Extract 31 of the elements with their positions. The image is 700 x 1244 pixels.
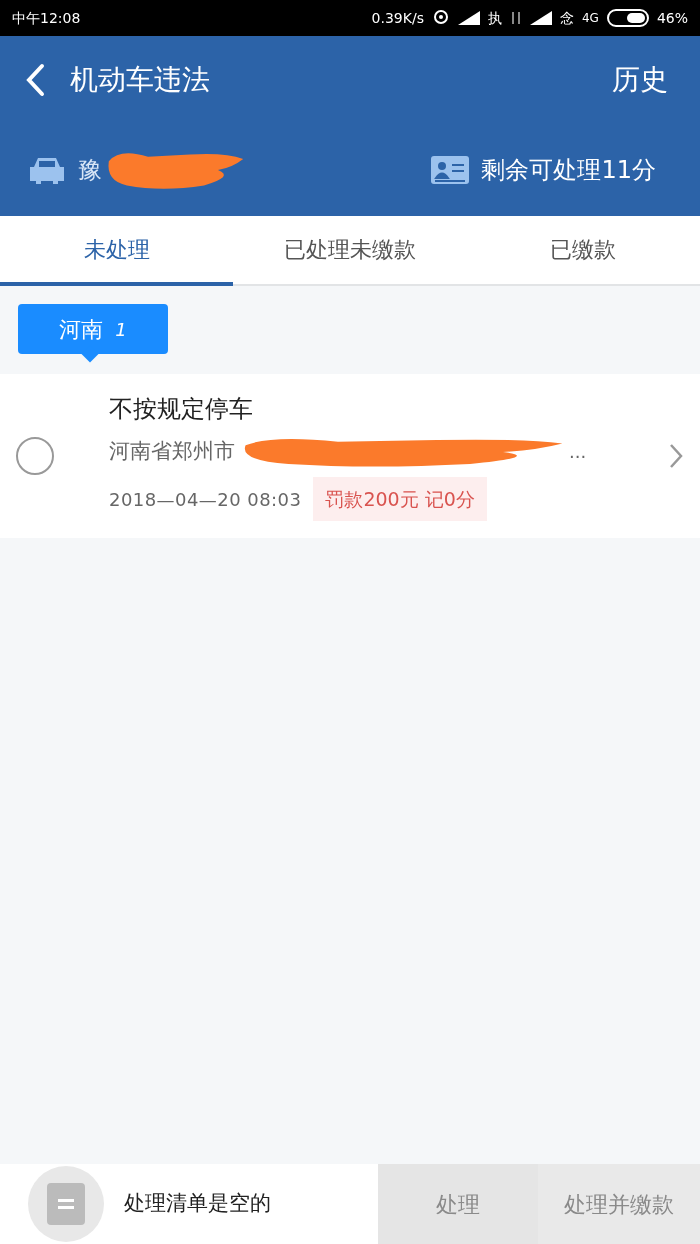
signal-icon	[457, 11, 480, 25]
page-title: 机动车违法	[70, 62, 210, 98]
violation-row[interactable]: 不按规定停车 河南省郑州市 ... 2018—04—20 08:03 罚款200元 记0分	[0, 374, 700, 538]
status-time: 中午12:08	[12, 8, 81, 28]
empty-list-message: 处理清单是空的	[124, 1190, 271, 1218]
remaining-points: 剩余可处理11分	[481, 155, 656, 186]
violation-title: 不按规定停车	[109, 393, 254, 425]
address-ellipsis: ...	[569, 440, 587, 465]
violation-time: 2018—04—20 08:03	[109, 487, 302, 512]
network-speed: 0.39K/s	[371, 8, 424, 28]
hotspot-icon	[431, 9, 450, 27]
violation-address: 河南省郑州市	[109, 438, 235, 465]
penalty-badge: 罚款200元 记0分	[313, 476, 487, 522]
network-type: 4G	[581, 10, 599, 27]
tab[interactable]: 未处理	[0, 216, 234, 286]
tab[interactable]: 已处理未缴款	[233, 216, 467, 286]
select-checkbox[interactable]	[16, 437, 54, 475]
chevron-right-icon	[668, 442, 684, 470]
carrier-label: 念	[559, 8, 574, 28]
carrier-label: 执	[487, 8, 502, 28]
car-icon	[28, 155, 66, 185]
battery-icon	[606, 9, 649, 27]
history-button[interactable]: 历史	[612, 59, 676, 101]
battery-percent: 46%	[656, 8, 688, 28]
tab[interactable]: 已缴款	[466, 216, 700, 286]
region-name: 河南	[59, 315, 104, 344]
signal-icon	[529, 11, 552, 25]
license-card-icon	[431, 156, 470, 184]
back-icon[interactable]	[24, 63, 46, 97]
region-count: 1	[115, 317, 127, 342]
plate-number: 豫	[78, 155, 102, 186]
